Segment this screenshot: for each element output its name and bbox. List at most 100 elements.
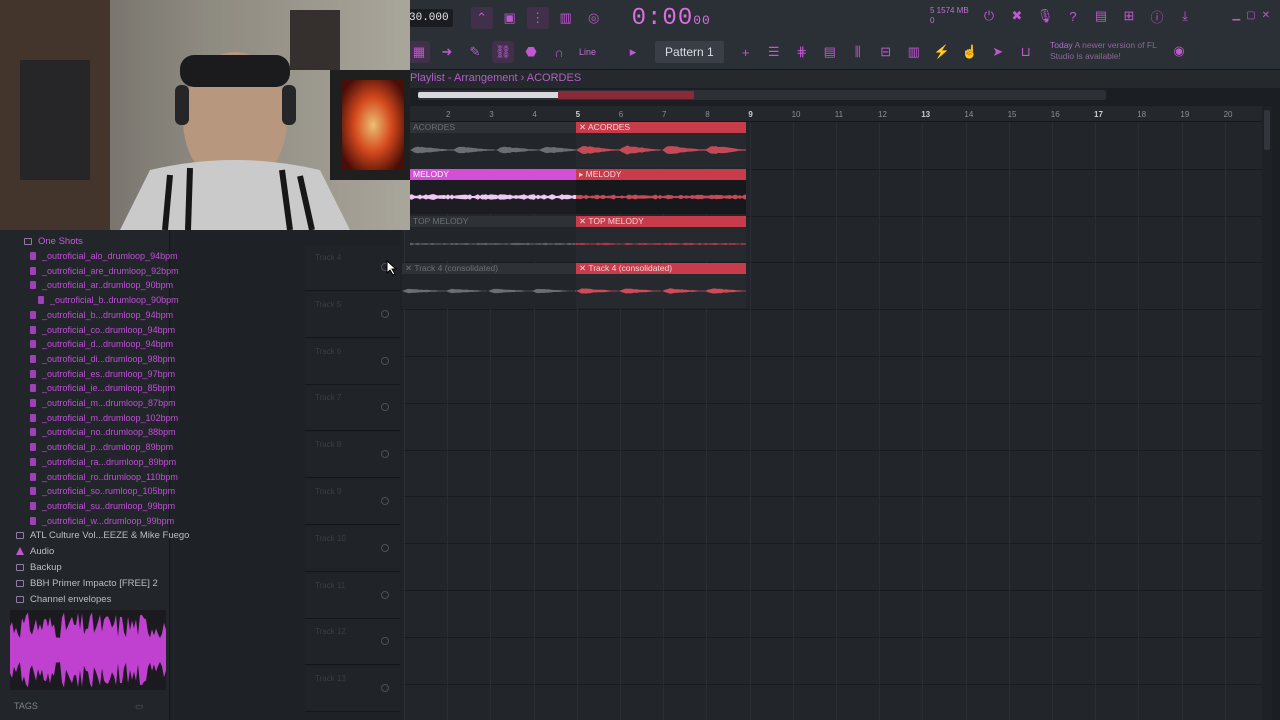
track-mute-icon[interactable] xyxy=(381,497,389,505)
track-mute-icon[interactable] xyxy=(381,543,389,552)
track-mute-icon[interactable] xyxy=(381,309,389,318)
browser-file-item[interactable]: _outroficial_alo_drumloop_94bpm xyxy=(30,249,178,263)
cart-icon[interactable]: ⊔ xyxy=(1015,41,1037,63)
info-icon[interactable]: ⓘ xyxy=(1146,5,1168,27)
pattern-selector[interactable]: Pattern 1 xyxy=(655,41,724,63)
browser-file-item[interactable]: _outroficial_ar..drumloop_90bpm xyxy=(30,278,173,292)
send-icon[interactable]: ➤ xyxy=(987,41,1009,63)
browser-file-item[interactable]: _outroficial_are_drumloop_92bpm xyxy=(30,264,179,278)
clip-acordes-ghost[interactable]: ACORDES xyxy=(410,122,576,167)
mixer-icon[interactable]: ✖ xyxy=(1006,5,1028,27)
clip-acordes[interactable]: ✕ ACORDES xyxy=(576,122,746,167)
clip-melody[interactable]: ▸ MELODY xyxy=(576,169,746,214)
browser-file-item[interactable]: _outroficial_no..drumloop_88bpm xyxy=(30,425,176,439)
fl-logo-icon[interactable]: ◉ xyxy=(1168,40,1190,62)
browser-folder-item[interactable]: BBH Primer Impacto [FREE] 2 xyxy=(16,576,158,590)
step-3-2-icon[interactable]: ⋮ xyxy=(526,7,549,29)
arrow-right-icon[interactable]: ➜ xyxy=(436,41,458,63)
browser-folder-item[interactable]: Channel envelopes xyxy=(16,592,111,606)
browser-file-item[interactable]: _outroficial_d...drumloop_94bpm xyxy=(30,337,173,351)
browser-folder-item[interactable]: ATL Culture Vol...EEZE & Mike Fuego xyxy=(16,528,189,542)
vscroll-thumb[interactable] xyxy=(1264,110,1270,150)
browser-file-item[interactable]: _outroficial_ie...drumloop_85bpm xyxy=(30,381,175,395)
track-header[interactable]: Track 8 xyxy=(305,432,400,479)
vertical-scrollbar[interactable] xyxy=(1262,106,1272,720)
track-mute-icon[interactable] xyxy=(381,590,389,599)
news-panel[interactable]: Today A newer version of FL Studio is av… xyxy=(1050,40,1170,62)
tempo-display[interactable]: 30.000 xyxy=(405,9,453,27)
save-icon[interactable]: ▤ xyxy=(1090,5,1112,27)
track-header[interactable]: Track 9 xyxy=(305,479,400,525)
browser-file-item[interactable]: _outroficial_so..rumloop_105bpm xyxy=(30,484,175,498)
track-mute-icon[interactable] xyxy=(381,637,389,646)
loop-region[interactable] xyxy=(558,91,694,99)
browser-folder-item[interactable]: Backup xyxy=(16,560,62,574)
browser-file-item[interactable]: _outroficial_ro..drumloop_110bpm xyxy=(30,470,178,484)
track-mute-icon[interactable] xyxy=(381,403,389,412)
browser-file-item[interactable]: _outroficial_su..drumloop_99bpm xyxy=(30,499,175,513)
metronome-icon[interactable]: ⌃ xyxy=(470,7,493,29)
power-icon[interactable]: ⏻ xyxy=(978,5,1000,27)
clip-melody-selected[interactable]: MELODY xyxy=(410,169,576,214)
download-icon[interactable]: ⤓ xyxy=(1174,5,1196,27)
ruler-bar-number: 7 xyxy=(662,110,667,119)
track-header[interactable]: Track 7 xyxy=(305,385,400,432)
browser-file-item[interactable]: _outroficial_ra...drumloop_89bpm xyxy=(30,455,176,469)
piano-roll-icon[interactable]: ▦ xyxy=(408,41,430,63)
plug-icon[interactable]: ⚡ xyxy=(931,41,953,63)
maximize-icon[interactable]: ▢ xyxy=(1246,10,1255,21)
browser-file-item[interactable]: _outroficial_co..drumloop_94bpm xyxy=(30,323,175,337)
track-header[interactable]: Track 13 xyxy=(305,666,400,713)
tag-folder-icon[interactable]: ▭ xyxy=(135,701,144,712)
tags-label[interactable]: TAGS xyxy=(14,701,38,711)
clip-top-melody-ghost[interactable]: TOP MELODY xyxy=(410,216,576,261)
play-small-icon[interactable]: ▸ xyxy=(622,41,644,63)
track-mute-icon[interactable] xyxy=(381,450,389,459)
browser-file-item[interactable]: _outroficial_m..drumloop_102bpm xyxy=(30,411,178,425)
piano-roll-window-icon[interactable]: ▤ xyxy=(819,41,841,63)
track-mute-icon[interactable] xyxy=(381,684,389,693)
clip-track4-ghost[interactable]: ✕ Track 4 (consolidated) xyxy=(402,263,576,308)
arrangement-grid[interactable]: ACORDES ✕ ACORDES MELODY ▸ MELODY TOP ME… xyxy=(402,122,1262,720)
add-pattern-icon[interactable]: + xyxy=(735,41,757,63)
touch-icon[interactable]: ☝ xyxy=(959,41,981,63)
browser-file-item[interactable]: _outroficial_m...drumloop_87bpm xyxy=(30,396,176,410)
timeline-ruler[interactable]: 2 3 4 5 6 7 8 9 10 11 12 13 14 15 16 17 18 19 20 xyxy=(402,106,1262,122)
track-mute-icon[interactable] xyxy=(381,356,389,365)
browser-file-item[interactable]: _outroficial_p...drumloop_89bpm xyxy=(30,440,173,454)
track-header[interactable]: Track 5 xyxy=(305,291,400,338)
playlist-crumb[interactable]: ACORDES xyxy=(527,72,581,84)
track-header[interactable]: Track 11 xyxy=(305,572,400,619)
record-mode-icon[interactable]: ▣ xyxy=(499,7,521,29)
track-header[interactable]: Track 12 xyxy=(305,619,400,666)
clip-track4[interactable]: ✕ Track 4 (consolidated) xyxy=(576,263,746,308)
plugin-icon[interactable]: ⊞ xyxy=(1118,5,1140,27)
clipboard-icon[interactable]: ▥ xyxy=(903,41,925,63)
track-header[interactable]: Track 6 xyxy=(305,338,400,385)
clip-top-melody[interactable]: ✕ TOP MELODY xyxy=(576,216,746,261)
track-header[interactable]: Track 10 xyxy=(305,525,400,572)
playlist-icon[interactable]: ☰ xyxy=(763,41,785,63)
pencil-icon[interactable]: ✎ xyxy=(464,41,486,63)
browser-window-icon[interactable]: ⊟ xyxy=(875,41,897,63)
help-icon[interactable]: ? xyxy=(1062,5,1084,27)
browser-file-item[interactable]: _outroficial_b...drumloop_94bpm xyxy=(30,308,173,322)
browser-file-item[interactable]: _outroficial_es..drumloop_97bpm xyxy=(30,367,175,381)
browser-file-item[interactable]: _outroficial_di...drumloop_98bpm xyxy=(30,352,175,366)
close-icon[interactable]: ✕ xyxy=(1262,10,1270,21)
mixer-window-icon[interactable]: ⫼ xyxy=(847,41,869,63)
browser-file-item[interactable]: _outroficial_b..drumloop_90bpm xyxy=(38,293,179,307)
browser-folder-item[interactable]: Audio xyxy=(16,544,54,558)
browser-file-item[interactable]: _outroficial_w...drumloop_99bpm xyxy=(30,514,174,528)
minimize-icon[interactable]: ▁ xyxy=(1232,10,1240,21)
stamp-icon[interactable]: ⬣ xyxy=(520,41,542,63)
mic-icon[interactable]: 🎙 xyxy=(1034,5,1056,27)
horizontal-scrollbar[interactable] xyxy=(418,90,1106,100)
wait-input-icon[interactable]: ▥ xyxy=(555,7,577,29)
channel-rack-icon[interactable]: ⋕ xyxy=(791,41,813,63)
browser-folder-one-shots[interactable]: One Shots xyxy=(24,234,83,248)
snap-mode-label[interactable]: Line xyxy=(579,47,596,57)
magnet-icon[interactable]: ∩ xyxy=(548,41,570,63)
loop-record-icon[interactable]: ◎ xyxy=(583,7,605,29)
link-icon[interactable]: ⛓ xyxy=(492,41,514,63)
